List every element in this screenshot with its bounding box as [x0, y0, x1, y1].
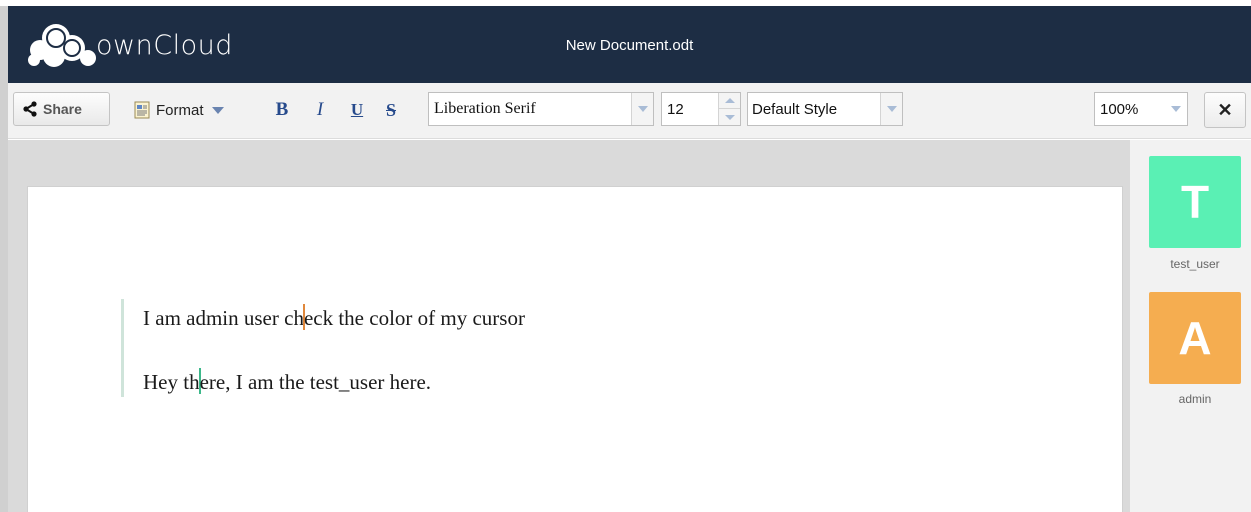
paragraph-style-select[interactable]: Default Style	[747, 92, 903, 126]
zoom-value: 100%	[1100, 100, 1139, 118]
format-label: Format	[156, 101, 204, 119]
decrement-arrow-icon[interactable]	[718, 109, 740, 125]
window-left-border	[0, 6, 8, 512]
document-page[interactable]: I am admin user check the color of my cu…	[27, 186, 1123, 512]
bold-button[interactable]: B	[271, 96, 293, 124]
zoom-select[interactable]: 100%	[1094, 92, 1188, 126]
chevron-down-icon[interactable]	[631, 93, 653, 125]
paragraph-text: ere, I am the test_user here.	[199, 370, 432, 394]
paragraph-1[interactable]: I am admin user check the color of my cu…	[143, 304, 525, 331]
collaborators-panel: T test_user A admin	[1130, 140, 1251, 512]
increment-arrow-icon[interactable]	[718, 93, 740, 109]
app-window: ownCloud New Document.odt Share Format B…	[0, 0, 1251, 512]
italic-button[interactable]: I	[309, 96, 331, 124]
document-canvas[interactable]: I am admin user check the color of my cu…	[8, 140, 1130, 512]
document-title: New Document.odt	[565, 37, 694, 54]
strikethrough-button[interactable]: S	[380, 96, 402, 124]
format-document-icon	[134, 101, 150, 119]
avatar[interactable]: T	[1149, 156, 1241, 248]
paragraph-text: Hey th	[143, 370, 200, 394]
font-size-stepper[interactable]: 12	[661, 92, 741, 126]
edit-marker-bar	[121, 299, 124, 397]
user-name: admin	[1178, 392, 1212, 406]
font-family-value: Liberation Serif	[434, 100, 536, 117]
editor-toolbar: Share Format B I U S Liberation Serif 12	[8, 83, 1251, 139]
app-header: ownCloud New Document.odt	[8, 6, 1251, 83]
share-label: Share	[43, 101, 82, 117]
user-name: test_user	[1170, 257, 1220, 271]
underline-button[interactable]: U	[346, 96, 368, 124]
chevron-down-icon[interactable]	[1165, 93, 1187, 125]
chevron-down-icon	[211, 106, 224, 114]
format-menu-button[interactable]: Format	[132, 96, 224, 124]
share-icon	[23, 101, 37, 117]
avatar[interactable]: A	[1149, 292, 1241, 384]
paragraph-text: I am admin user ch	[143, 306, 304, 330]
paragraph-2[interactable]: Hey there, I am the test_user here.	[143, 368, 431, 395]
font-size-value: 12	[667, 100, 684, 118]
font-family-select[interactable]: Liberation Serif	[428, 92, 654, 126]
paragraph-style-value: Default Style	[752, 100, 838, 118]
paragraph-text: eck the color of my cursor	[303, 306, 525, 330]
share-button[interactable]: Share	[13, 92, 110, 126]
chevron-down-icon[interactable]	[880, 93, 902, 125]
close-button[interactable]: ✕	[1204, 92, 1246, 128]
